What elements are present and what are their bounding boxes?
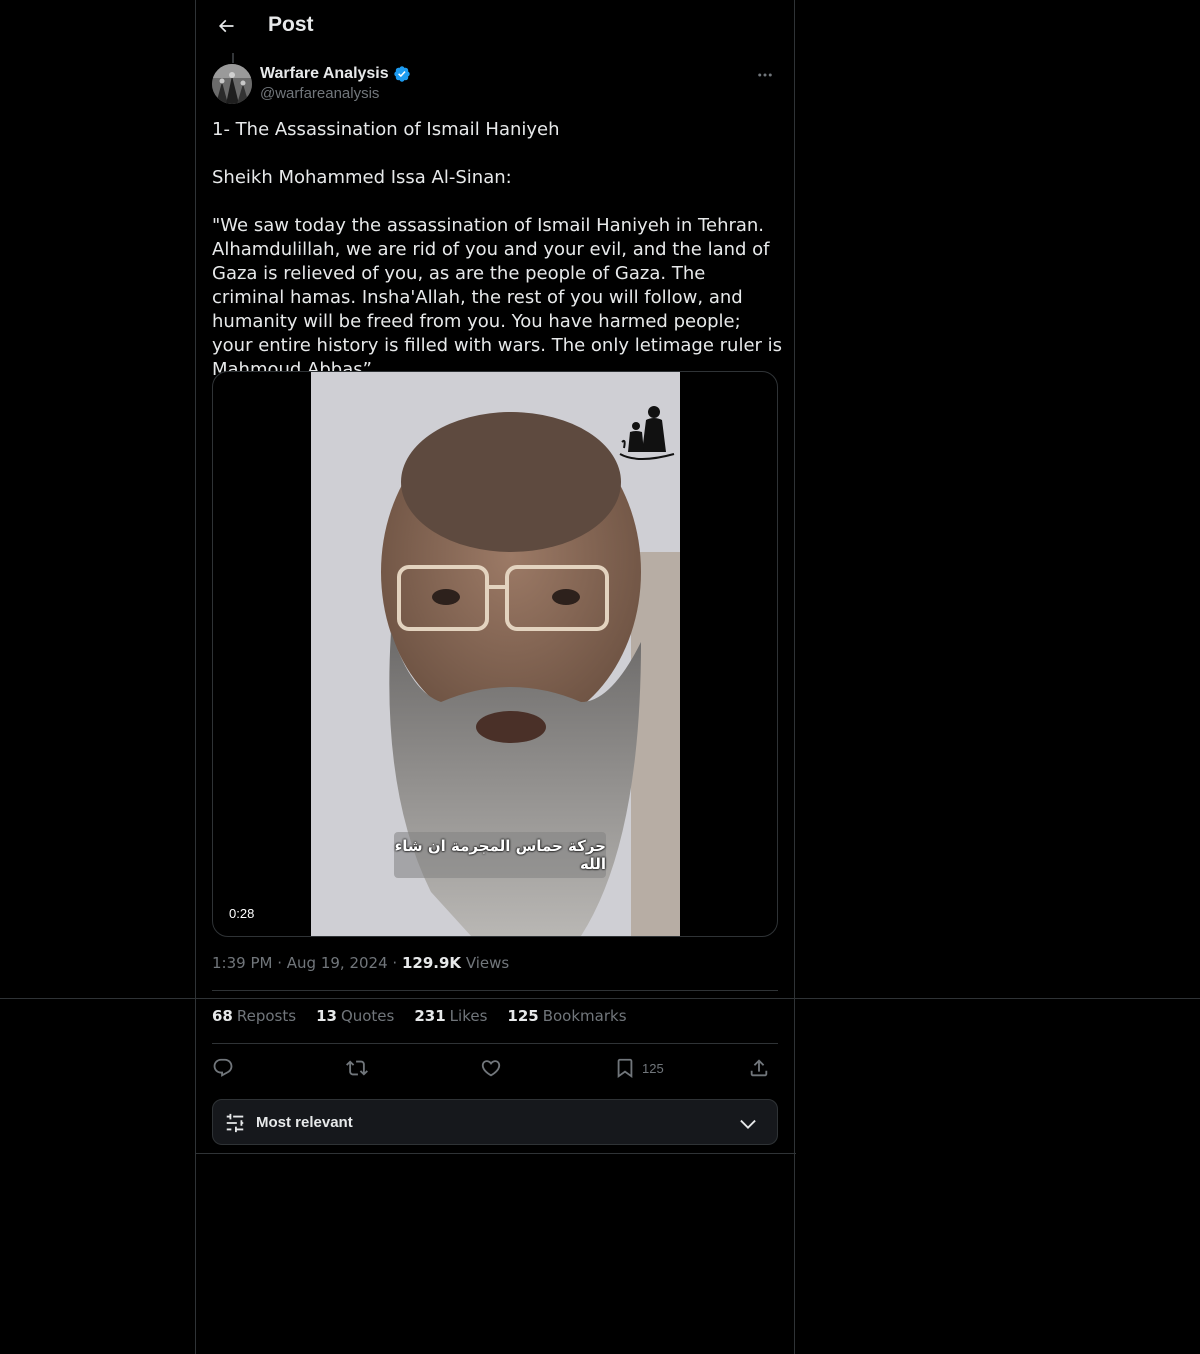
views-count: 129.9K xyxy=(401,954,462,972)
page-title: Post xyxy=(268,13,314,36)
thread-connector xyxy=(232,53,234,63)
more-options-button[interactable] xyxy=(750,64,780,86)
post-paragraph: Sheikh Mohammed Issa Al-Sinan: xyxy=(212,167,512,188)
repost-button[interactable] xyxy=(346,1052,368,1084)
avatar-image xyxy=(212,64,252,104)
video-player[interactable]: حركة حماس المجرمة ان شاء الله 0:28 xyxy=(212,371,778,937)
post-meta: 1:39 PM · Aug 19, 2024 · 129.9K Views xyxy=(212,954,509,972)
video-frame[interactable]: حركة حماس المجرمة ان شاء الله xyxy=(311,372,680,936)
section-divider xyxy=(196,1153,796,1154)
page-header: Post xyxy=(196,0,796,53)
like-button[interactable] xyxy=(480,1052,502,1084)
likes-count: 231 xyxy=(414,1007,446,1025)
reposts-count: 68 xyxy=(212,1007,233,1025)
verified-badge-icon[interactable] xyxy=(393,65,411,83)
video-caption: حركة حماس المجرمة ان شاء الله xyxy=(394,832,606,878)
likes-label: Likes xyxy=(449,1007,488,1025)
arrow-left-icon xyxy=(218,19,234,33)
like-icon xyxy=(481,1060,501,1077)
bookmarks-label: Bookmarks xyxy=(542,1007,627,1025)
bookmark-icon xyxy=(617,1058,633,1079)
channel-watermark-icon xyxy=(619,406,675,460)
post-paragraph: "We saw today the assassination of Ismai… xyxy=(212,215,788,380)
divider xyxy=(212,990,778,991)
bookmarks-stat[interactable]: 125 Bookmarks xyxy=(507,1007,626,1025)
post-actions: 125 xyxy=(212,1052,778,1084)
back-button[interactable] xyxy=(208,8,244,44)
meta-separator: · xyxy=(392,954,402,972)
post-time[interactable]: 1:39 PM xyxy=(212,954,272,972)
meta-separator: · xyxy=(277,954,287,972)
quotes-label: Quotes xyxy=(340,1007,395,1025)
reply-button[interactable] xyxy=(212,1052,234,1084)
bookmark-button[interactable]: 125 xyxy=(614,1052,664,1084)
post-author: Warfare Analysis @warfareanalysis xyxy=(212,64,780,106)
quotes-count: 13 xyxy=(316,1007,337,1025)
bookmark-count: 125 xyxy=(642,1060,664,1076)
reply-sort-dropdown[interactable]: Most relevant xyxy=(212,1099,778,1145)
quotes-stat[interactable]: 13 Quotes xyxy=(316,1007,394,1025)
sliders-icon xyxy=(226,1113,244,1133)
reposts-label: Reposts xyxy=(236,1007,297,1025)
share-icon xyxy=(750,1059,768,1077)
chevron-down-icon xyxy=(740,1119,756,1129)
reposts-stat[interactable]: 68 Reposts xyxy=(212,1007,296,1025)
bookmarks-count: 125 xyxy=(507,1007,539,1025)
share-button[interactable] xyxy=(748,1052,770,1084)
display-name-row: Warfare Analysis xyxy=(260,65,411,83)
author-handle[interactable]: @warfareanalysis xyxy=(260,85,411,102)
divider xyxy=(212,1043,778,1044)
post-date[interactable]: Aug 19, 2024 xyxy=(287,954,388,972)
post-stats: 68 Reposts 13 Quotes 231 Likes 125 Bookmarks xyxy=(212,1007,627,1025)
author-display-name[interactable]: Warfare Analysis xyxy=(260,65,389,83)
post-text: 1- The Assassination of Ismail Haniyeh S… xyxy=(212,118,782,382)
post-paragraph: 1- The Assassination of Ismail Haniyeh xyxy=(212,119,560,140)
repost-icon xyxy=(346,1060,368,1076)
sort-label: Most relevant xyxy=(256,1114,353,1131)
video-duration: 0:28 xyxy=(225,904,259,923)
likes-stat[interactable]: 231 Likes xyxy=(414,1007,487,1025)
author-names: Warfare Analysis @warfareanalysis xyxy=(260,65,411,102)
more-dots-icon xyxy=(758,73,772,77)
reply-icon xyxy=(213,1058,233,1077)
main-column: Post Warfare Analysis @warfareanalysis 1… xyxy=(195,0,796,1354)
views-label: Views xyxy=(465,954,510,972)
avatar[interactable] xyxy=(212,64,252,104)
